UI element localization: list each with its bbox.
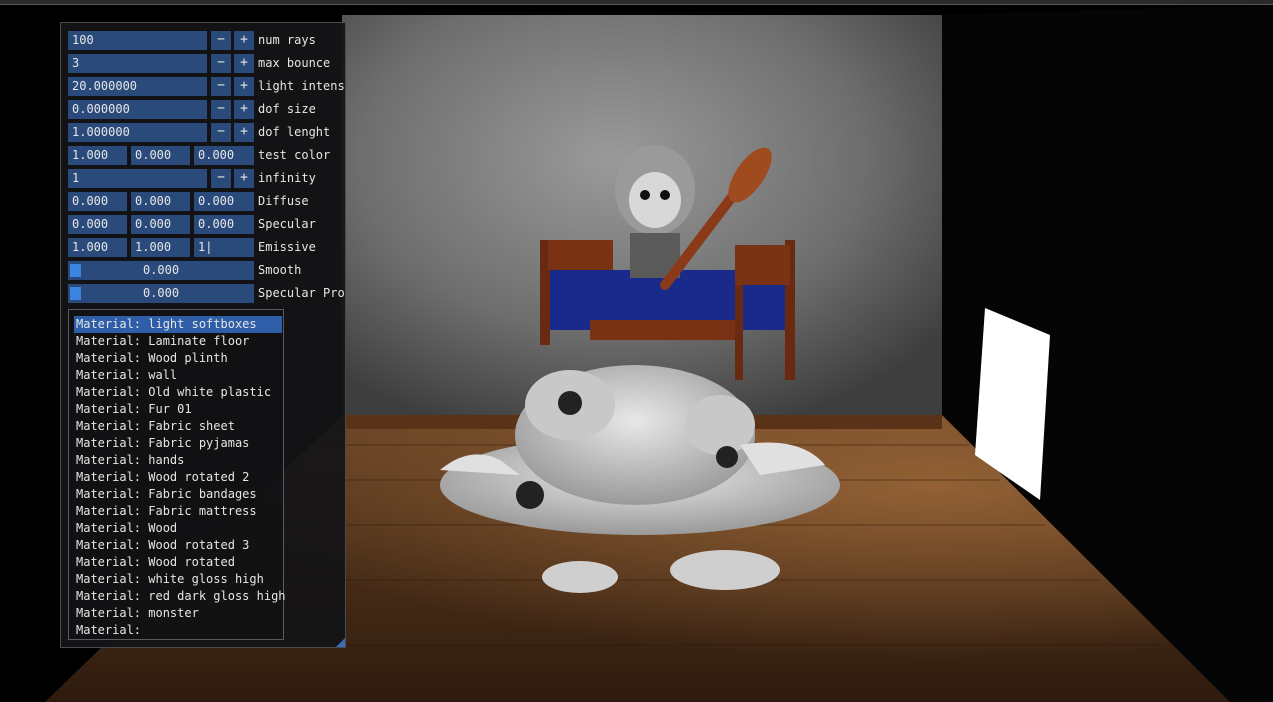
material-list-item[interactable]: Material: Wood rotated 2 <box>74 469 282 486</box>
dof-length-decrement-button[interactable]: − <box>211 123 231 142</box>
specular-g-input[interactable]: 0.000 <box>131 215 190 234</box>
specular-prob-slider-value: 0.000 <box>142 286 180 300</box>
dof-length-increment-button[interactable]: + <box>234 123 254 142</box>
specular-prob-label: Specular Prob <box>258 286 346 300</box>
material-list-item[interactable]: Material: <box>74 622 282 639</box>
smooth-label: Smooth <box>258 263 302 277</box>
diffuse-label: Diffuse <box>258 194 309 208</box>
material-list-item[interactable]: Material: Fabric sheet <box>74 418 282 435</box>
infinity-decrement-button[interactable]: − <box>211 169 231 188</box>
material-list-item[interactable]: Material: wall <box>74 367 282 384</box>
material-list-item[interactable]: Material: Fur 01 <box>74 401 282 418</box>
emissive-r-input[interactable]: 1.000 <box>68 238 127 257</box>
light-intensity-increment-button[interactable]: + <box>234 77 254 96</box>
material-list-item[interactable]: Material: Old white plastic <box>74 384 282 401</box>
num-rays-label: num rays <box>258 33 316 47</box>
smooth-slider[interactable]: 0.000 <box>68 261 254 280</box>
material-list-item[interactable]: Material: Fabric bandages <box>74 486 282 503</box>
material-list-item[interactable]: Material: Wood <box>74 520 282 537</box>
dof-size-input[interactable]: 0.000000 <box>68 100 207 119</box>
dof-length-label: dof lenght <box>258 125 331 139</box>
specular-b-input[interactable]: 0.000 <box>194 215 254 234</box>
num-rays-increment-button[interactable]: + <box>234 31 254 50</box>
max-bounce-label: max bounce <box>258 56 331 70</box>
material-listbox[interactable]: Material: light softboxes Material: Lamin… <box>68 309 286 640</box>
material-list-item[interactable]: Material: Laminate floor <box>74 333 282 350</box>
material-list-item[interactable]: Material: Fabric pyjamas <box>74 435 282 452</box>
material-list-item[interactable]: Material: Wood plinth <box>74 350 282 367</box>
material-list-item[interactable]: Material: Wood rotated <box>74 554 282 571</box>
material-list-item[interactable]: Material: Fabric mattress <box>74 503 282 520</box>
test-color-g-input[interactable]: 0.000 <box>131 146 190 165</box>
dof-length-input[interactable]: 1.000000 <box>68 123 207 142</box>
diffuse-r-input[interactable]: 0.000 <box>68 192 127 211</box>
panel-resize-grip[interactable] <box>336 638 345 647</box>
infinity-label: infinity <box>258 171 316 185</box>
material-list-item[interactable]: Material: red dark gloss high <box>74 588 286 605</box>
dof-size-decrement-button[interactable]: − <box>211 100 231 119</box>
material-list-item[interactable]: Material: light softboxes <box>74 316 282 333</box>
light-intensity-decrement-button[interactable]: − <box>211 77 231 96</box>
specular-prob-slider[interactable]: 0.000 <box>68 284 254 303</box>
smooth-slider-value: 0.000 <box>142 263 180 277</box>
infinity-input[interactable]: 1 <box>68 169 207 188</box>
max-bounce-decrement-button[interactable]: − <box>211 54 231 73</box>
test-color-b-input[interactable]: 0.000 <box>194 146 254 165</box>
emissive-b-input[interactable]: 1| <box>194 238 254 257</box>
diffuse-g-input[interactable]: 0.000 <box>131 192 190 211</box>
material-list-item[interactable]: Material: monster <box>74 605 282 622</box>
max-bounce-input[interactable]: 3 <box>68 54 207 73</box>
specular-label: Specular <box>258 217 316 231</box>
dof-size-label: dof size <box>258 102 316 116</box>
test-color-r-input[interactable]: 1.000 <box>68 146 127 165</box>
light-intensity-label: light intensi <box>258 79 346 93</box>
emissive-g-input[interactable]: 1.000 <box>131 238 190 257</box>
specular-r-input[interactable]: 0.000 <box>68 215 127 234</box>
light-intensity-input[interactable]: 20.000000 <box>68 77 207 96</box>
infinity-increment-button[interactable]: + <box>234 169 254 188</box>
diffuse-b-input[interactable]: 0.000 <box>194 192 254 211</box>
material-editor-panel[interactable]: 100 − + num rays 3 − + max bounce 20.000… <box>60 22 346 648</box>
material-list-item[interactable]: Material: white gloss high <box>74 571 282 588</box>
num-rays-input[interactable]: 100 <box>68 31 207 50</box>
num-rays-decrement-button[interactable]: − <box>211 31 231 50</box>
material-list-item[interactable]: Material: Wood rotated 3 <box>74 537 282 554</box>
emissive-label: Emissive <box>258 240 316 254</box>
test-color-label: test color <box>258 148 331 162</box>
max-bounce-increment-button[interactable]: + <box>234 54 254 73</box>
dof-size-increment-button[interactable]: + <box>234 100 254 119</box>
material-list-item[interactable]: Material: hands <box>74 452 282 469</box>
